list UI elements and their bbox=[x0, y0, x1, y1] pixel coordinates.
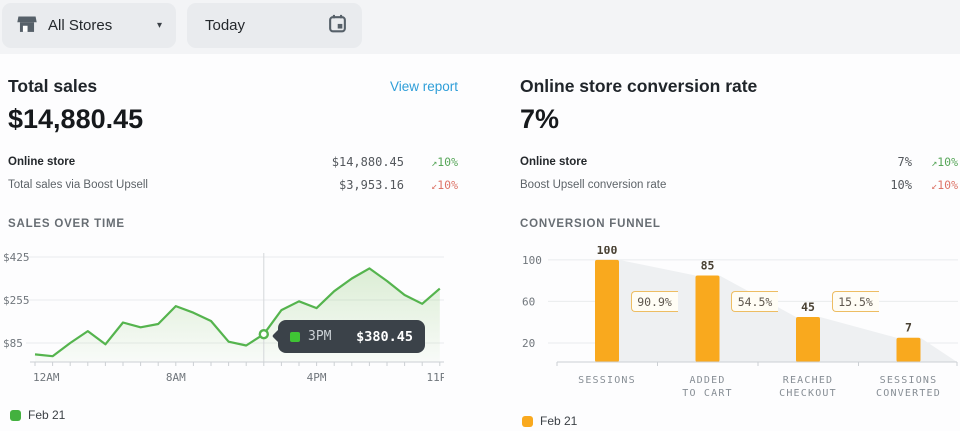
svg-text:$255: $255 bbox=[3, 294, 30, 307]
bar-value-label: 7 bbox=[905, 321, 912, 335]
svg-text:60: 60 bbox=[522, 295, 535, 308]
metric-value: 7% bbox=[898, 155, 912, 169]
chart-tooltip: 3PM $380.45 bbox=[278, 320, 425, 353]
metric-delta-down: ↙10% bbox=[912, 178, 958, 192]
date-range-button[interactable]: Today bbox=[187, 3, 362, 48]
funnel-bar bbox=[595, 260, 619, 362]
store-selector-button[interactable]: All Stores ▾ bbox=[2, 3, 176, 48]
tooltip-time: 3PM bbox=[308, 329, 331, 344]
store-selector-label: All Stores bbox=[48, 17, 112, 34]
funnel-category-label: REACHED CHECKOUT bbox=[753, 374, 863, 400]
conversion-rate-value: 7% bbox=[520, 104, 559, 135]
conversion-funnel-chart[interactable]: 100 60 20 100 85 45 7 90.9% 54.5% 15.5% SESSIONSA… bbox=[520, 246, 958, 406]
conversion-step-badge: 15.5% bbox=[832, 291, 879, 312]
store-icon bbox=[16, 13, 38, 39]
metric-value: 10% bbox=[890, 178, 912, 192]
conversion-step-badge: 90.9% bbox=[631, 291, 678, 312]
conversion-funnel-title: CONVERSION FUNNEL bbox=[520, 218, 661, 230]
svg-text:$425: $425 bbox=[3, 251, 30, 264]
tooltip-value: $380.45 bbox=[356, 329, 413, 345]
sales-over-time-title: SALES OVER TIME bbox=[8, 218, 125, 230]
bar-value-label: 85 bbox=[701, 259, 715, 273]
calendar-icon bbox=[327, 13, 348, 38]
metric-label: Online store bbox=[8, 156, 75, 168]
svg-text:$85: $85 bbox=[3, 337, 23, 350]
svg-text:4PM: 4PM bbox=[307, 371, 327, 384]
legend-color-chip bbox=[10, 410, 21, 421]
funnel-legend: Feb 21 bbox=[522, 414, 577, 428]
total-sales-title: Total sales bbox=[8, 76, 97, 97]
metric-delta-up: ↗10% bbox=[404, 155, 458, 169]
funnel-category-label: SESSIONS bbox=[552, 374, 662, 387]
metric-value: $3,953.16 bbox=[339, 178, 404, 192]
metric-label: Total sales via Boost Upsell bbox=[8, 179, 148, 191]
sales-over-time-chart[interactable]: $425 $255 $85 12AM 8AM 4PM 11PM 3PM $380.45 bbox=[0, 245, 444, 395]
svg-text:100: 100 bbox=[522, 254, 542, 267]
legend-label: Feb 21 bbox=[540, 414, 577, 428]
legend-color-chip bbox=[522, 416, 533, 427]
svg-text:11PM: 11PM bbox=[427, 371, 444, 384]
metric-label: Boost Upsell conversion rate bbox=[520, 179, 666, 191]
sales-legend: Feb 21 bbox=[10, 408, 65, 422]
svg-text:12AM: 12AM bbox=[33, 371, 60, 384]
conversion-rate-panel: Online store conversion rate 7% Online s… bbox=[520, 70, 958, 431]
metric-row-online-store-sales: Online store $14,880.45 ↗10% bbox=[8, 152, 458, 172]
funnel-category-label: SESSIONS CONVERTED bbox=[854, 374, 960, 400]
hover-point-marker bbox=[260, 330, 268, 338]
metric-delta-down: ↙10% bbox=[404, 178, 458, 192]
metric-row-boost-upsell-rate: Boost Upsell conversion rate 10% ↙10% bbox=[520, 175, 958, 195]
bar-value-label: 100 bbox=[597, 246, 618, 257]
metric-delta-up: ↗10% bbox=[912, 155, 958, 169]
funnel-bar bbox=[796, 317, 820, 362]
bar-value-label: 45 bbox=[801, 300, 815, 314]
total-sales-value: $14,880.45 bbox=[8, 104, 143, 135]
conversion-step-badge: 54.5% bbox=[731, 291, 778, 312]
funnel-bar bbox=[696, 276, 720, 363]
top-bar: All Stores ▾ Today bbox=[0, 0, 960, 54]
metric-value: $14,880.45 bbox=[332, 155, 404, 169]
date-range-label: Today bbox=[205, 17, 245, 34]
chevron-down-icon: ▾ bbox=[157, 20, 162, 31]
funnel-bar bbox=[897, 338, 921, 362]
metric-label: Online store bbox=[520, 156, 587, 168]
tooltip-series-chip bbox=[290, 332, 300, 342]
view-report-link[interactable]: View report bbox=[390, 79, 458, 94]
svg-text:20: 20 bbox=[522, 337, 535, 350]
dashboard-page: All Stores ▾ Today Total sales View repo… bbox=[0, 0, 960, 431]
metric-row-online-store-rate: Online store 7% ↗10% bbox=[520, 152, 958, 172]
conversion-rate-title: Online store conversion rate bbox=[520, 76, 757, 97]
funnel-category-label: ADDED TO CART bbox=[653, 374, 763, 400]
total-sales-panel: Total sales View report $14,880.45 Onlin… bbox=[8, 70, 458, 431]
legend-label: Feb 21 bbox=[28, 408, 65, 422]
metric-row-boost-upsell-sales: Total sales via Boost Upsell $3,953.16 ↙… bbox=[8, 175, 458, 195]
svg-text:8AM: 8AM bbox=[166, 371, 186, 384]
